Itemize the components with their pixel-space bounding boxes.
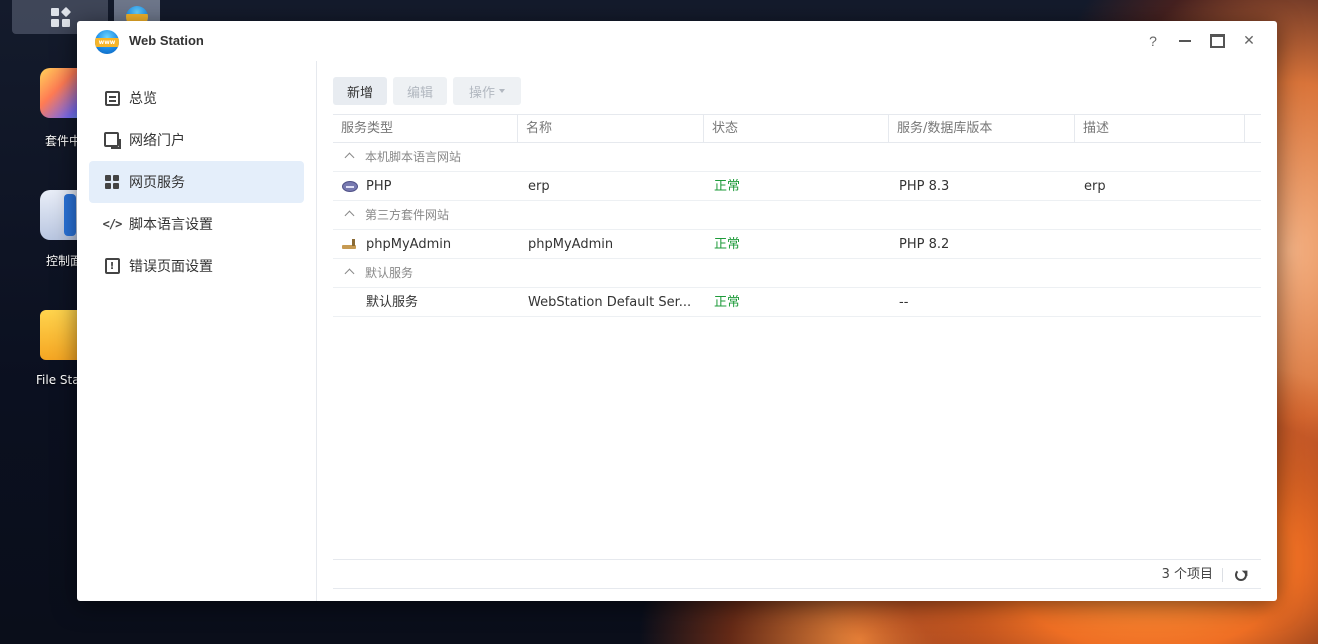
close-button[interactable]: ✕ [1239, 31, 1259, 51]
sidebar: 总览 网络门户 网页服务 </> 脚本语言设置 ! 错误页面设置 [77, 61, 317, 601]
action-button[interactable]: 操作 [453, 77, 521, 105]
cell-status: 正常 [714, 237, 741, 252]
cell-type: 默认服务 [366, 295, 419, 310]
table-row[interactable]: 默认服务 WebStation Default Ser... 正常 -- [333, 288, 1261, 317]
group-row-third-party[interactable]: 第三方套件网站 [333, 201, 1261, 230]
action-button-label: 操作 [468, 85, 495, 101]
column-header-type[interactable]: 服务类型 [333, 115, 518, 143]
chevron-up-icon [344, 210, 355, 221]
sidebar-item-label: 错误页面设置 [129, 259, 213, 275]
cell-name: phpMyAdmin [528, 237, 614, 252]
footer-divider [1222, 568, 1223, 582]
sidebar-item-overview[interactable]: 总览 [89, 77, 304, 119]
edit-button[interactable]: 编辑 [393, 77, 447, 105]
web-service-icon [103, 173, 121, 191]
cell-status: 正常 [714, 295, 741, 310]
minimize-button[interactable] [1175, 31, 1195, 51]
desktop-label-file-station: File Sta [36, 373, 80, 387]
refresh-icon[interactable] [1235, 569, 1247, 581]
table-row[interactable]: PHP erp 正常 PHP 8.3 erp [333, 172, 1261, 201]
help-button[interactable]: ? [1143, 31, 1163, 51]
column-header-name[interactable]: 名称 [518, 115, 704, 143]
column-header-version[interactable]: 服务/数据库版本 [889, 115, 1075, 143]
desktop-label-package-center: 套件中 [45, 134, 82, 148]
web-portal-icon [103, 131, 121, 149]
overview-icon [103, 89, 121, 107]
chevron-up-icon [344, 268, 355, 279]
grid-icon [50, 6, 71, 27]
window-title: Web Station [129, 33, 204, 48]
maximize-button[interactable] [1207, 31, 1227, 51]
column-header-status[interactable]: 状态 [704, 115, 889, 143]
sidebar-item-web-service[interactable]: 网页服务 [89, 161, 304, 203]
group-label: 第三方套件网站 [365, 208, 450, 222]
sidebar-item-label: 总览 [129, 91, 157, 107]
column-header-description[interactable]: 描述 [1075, 115, 1245, 143]
sidebar-item-label: 网页服务 [129, 175, 185, 191]
cell-type: phpMyAdmin [366, 237, 452, 252]
sidebar-item-label: 脚本语言设置 [129, 217, 213, 233]
window-titlebar[interactable]: Web Station ? ✕ [77, 21, 1277, 61]
web-station-window: Web Station ? ✕ 总览 网络门户 网页服务 </> 脚本语言设置 … [77, 21, 1277, 601]
caret-down-icon [499, 89, 505, 93]
cell-version: -- [899, 295, 909, 310]
cell-type: PHP [366, 179, 392, 194]
cell-name: erp [528, 179, 550, 194]
group-row-default-service[interactable]: 默认服务 [333, 259, 1261, 288]
sidebar-item-script-language[interactable]: </> 脚本语言设置 [89, 203, 304, 245]
sidebar-item-error-page[interactable]: ! 错误页面设置 [89, 245, 304, 287]
item-count: 3 个项目 [1161, 567, 1213, 582]
group-label: 本机脚本语言网站 [365, 150, 462, 164]
sidebar-item-web-portal[interactable]: 网络门户 [89, 119, 304, 161]
cell-description: erp [1084, 179, 1106, 194]
cell-name: WebStation Default Ser... [528, 295, 692, 310]
chevron-up-icon [344, 152, 355, 163]
cell-version: PHP 8.2 [899, 237, 950, 252]
web-station-logo-icon [95, 30, 119, 54]
error-page-icon: ! [103, 257, 121, 275]
table-row[interactable]: phpMyAdmin phpMyAdmin 正常 PHP 8.2 [333, 230, 1261, 259]
sidebar-item-label: 网络门户 [129, 133, 185, 149]
php-icon [342, 181, 358, 192]
phpmyadmin-icon [342, 239, 358, 250]
group-row-native-script[interactable]: 本机脚本语言网站 [333, 143, 1261, 172]
cell-status: 正常 [714, 179, 741, 194]
script-language-icon: </> [102, 217, 123, 231]
group-label: 默认服务 [365, 266, 414, 280]
cell-version: PHP 8.3 [899, 179, 950, 194]
add-button[interactable]: 新增 [333, 77, 387, 105]
table-header: 服务类型 名称 状态 服务/数据库版本 描述 [333, 114, 1261, 143]
table-footer: 3 个项目 [333, 559, 1261, 589]
